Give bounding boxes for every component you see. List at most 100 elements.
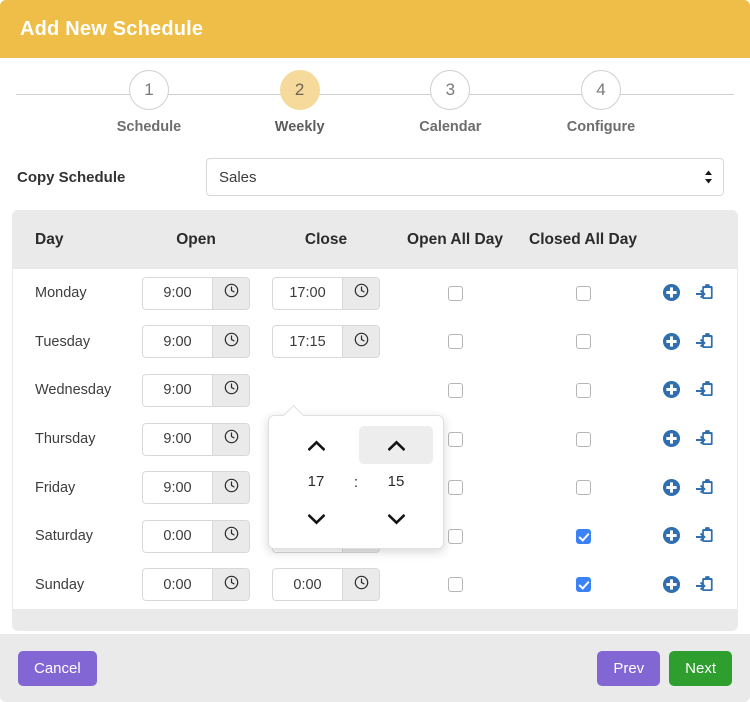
copy-schedule-select[interactable]: Sales bbox=[206, 158, 724, 196]
clock-icon bbox=[354, 283, 369, 303]
modal-header: Add New Schedule bbox=[0, 0, 750, 58]
close-time-input-group[interactable]: 17:00 bbox=[272, 276, 380, 310]
open-time-picker-button[interactable] bbox=[212, 276, 250, 310]
cell-closed-all-day bbox=[519, 318, 647, 367]
cell-open-all-day bbox=[391, 561, 519, 610]
closed-all-day-checkbox[interactable] bbox=[575, 285, 591, 301]
open-time-picker-button[interactable] bbox=[212, 471, 250, 505]
close-time-picker-button[interactable] bbox=[342, 568, 380, 602]
open-time-picker-button[interactable] bbox=[212, 568, 250, 602]
paste-schedule-icon[interactable] bbox=[695, 526, 716, 546]
open-all-day-checkbox[interactable] bbox=[447, 480, 463, 496]
close-time-value[interactable]: 0:00 bbox=[272, 568, 342, 602]
row-actions bbox=[662, 478, 716, 498]
open-time-value[interactable]: 0:00 bbox=[142, 519, 212, 553]
table-row: Tuesday 9:00 17:15 bbox=[13, 318, 737, 367]
hour-decrement-button[interactable] bbox=[279, 500, 353, 538]
close-time-picker-button[interactable] bbox=[342, 325, 380, 359]
closed-all-day-checkbox[interactable] bbox=[575, 431, 591, 447]
clock-icon bbox=[224, 380, 239, 400]
add-row-icon[interactable] bbox=[662, 283, 682, 303]
open-time-picker-button[interactable] bbox=[212, 373, 250, 407]
cell-open-all-day bbox=[391, 269, 519, 318]
close-time-input-group[interactable]: 17:15 bbox=[272, 325, 380, 359]
add-row-icon[interactable] bbox=[662, 526, 682, 546]
open-time-value[interactable]: 0:00 bbox=[142, 568, 212, 602]
open-time-value[interactable]: 9:00 bbox=[142, 422, 212, 456]
open-all-day-checkbox[interactable] bbox=[447, 431, 463, 447]
open-time-input-group[interactable]: 9:00 bbox=[142, 373, 250, 407]
close-time-value[interactable]: 17:15 bbox=[272, 325, 342, 359]
open-time-input-group[interactable]: 0:00 bbox=[142, 568, 250, 602]
clock-icon bbox=[224, 478, 239, 498]
open-time-input-group[interactable]: 9:00 bbox=[142, 471, 250, 505]
cell-actions bbox=[647, 561, 731, 610]
open-all-day-checkbox[interactable] bbox=[447, 577, 463, 593]
stepper-step-weekly[interactable]: 2 Weekly bbox=[245, 70, 355, 135]
open-time-value[interactable]: 9:00 bbox=[142, 325, 212, 359]
chevron-up-icon bbox=[387, 439, 405, 451]
table-row: Sunday 0:00 0:00 bbox=[13, 561, 737, 610]
copy-schedule-row: Copy Schedule Sales bbox=[12, 158, 738, 196]
copy-schedule-value: Sales bbox=[219, 168, 257, 186]
closed-all-day-checkbox[interactable] bbox=[575, 480, 591, 496]
open-all-day-checkbox[interactable] bbox=[447, 382, 463, 398]
closed-all-day-checkbox[interactable] bbox=[575, 577, 591, 593]
open-time-picker-button[interactable] bbox=[212, 519, 250, 553]
cell-day: Friday bbox=[35, 479, 76, 496]
stepper-step-calendar[interactable]: 3 Calendar bbox=[395, 70, 505, 135]
open-all-day-checkbox[interactable] bbox=[447, 528, 463, 544]
add-row-icon[interactable] bbox=[662, 429, 682, 449]
hour-increment-button[interactable] bbox=[279, 426, 353, 464]
paste-schedule-icon[interactable] bbox=[695, 283, 716, 303]
cell-closed-all-day bbox=[519, 366, 647, 415]
open-time-value[interactable]: 9:00 bbox=[142, 276, 212, 310]
column-header-open-all-day: Open All Day bbox=[407, 231, 503, 248]
open-time-input-group[interactable]: 0:00 bbox=[142, 519, 250, 553]
column-header-close: Close bbox=[304, 231, 348, 248]
open-time-input-group[interactable]: 9:00 bbox=[142, 325, 250, 359]
row-actions bbox=[662, 332, 716, 352]
paste-schedule-icon[interactable] bbox=[695, 575, 716, 595]
open-time-picker-button[interactable] bbox=[212, 325, 250, 359]
open-all-day-checkbox[interactable] bbox=[447, 285, 463, 301]
stepper-step-number: 3 bbox=[430, 70, 471, 110]
closed-all-day-checkbox[interactable] bbox=[575, 334, 591, 350]
stepper-step-configure[interactable]: 4 Configure bbox=[546, 70, 656, 135]
add-row-icon[interactable] bbox=[662, 380, 682, 400]
clock-icon bbox=[224, 526, 239, 546]
closed-all-day-checkbox[interactable] bbox=[575, 382, 591, 398]
paste-schedule-icon[interactable] bbox=[695, 380, 716, 400]
open-time-value[interactable]: 9:00 bbox=[142, 471, 212, 505]
paste-schedule-icon[interactable] bbox=[695, 429, 716, 449]
open-time-input-group[interactable]: 9:00 bbox=[142, 276, 250, 310]
column-header-actions bbox=[647, 234, 731, 246]
close-time-picker-button[interactable] bbox=[342, 276, 380, 310]
cell-actions bbox=[647, 415, 731, 464]
cell-closed-all-day bbox=[519, 415, 647, 464]
chevron-updown-icon bbox=[704, 170, 713, 184]
minute-increment-button[interactable] bbox=[359, 426, 433, 464]
chevron-down-icon bbox=[387, 513, 405, 525]
closed-all-day-checkbox[interactable] bbox=[575, 528, 591, 544]
open-time-value[interactable]: 9:00 bbox=[142, 373, 212, 407]
close-time-input-group[interactable]: 0:00 bbox=[272, 568, 380, 602]
add-row-icon[interactable] bbox=[662, 575, 682, 595]
next-button[interactable]: Next bbox=[669, 650, 732, 686]
add-new-schedule-modal: Add New Schedule 1 Schedule 2 Weekly 3 Calend… bbox=[0, 0, 750, 702]
table-row: Wednesday 9:00 bbox=[13, 366, 737, 415]
open-all-day-checkbox[interactable] bbox=[447, 334, 463, 350]
open-time-input-group[interactable]: 9:00 bbox=[142, 422, 250, 456]
minute-decrement-button[interactable] bbox=[359, 500, 433, 538]
cell-close: 17:15 bbox=[261, 318, 391, 367]
stepper-step-label: Schedule bbox=[116, 119, 182, 135]
add-row-icon[interactable] bbox=[662, 332, 682, 352]
prev-button[interactable]: Prev bbox=[597, 650, 661, 686]
cancel-button[interactable]: Cancel bbox=[18, 650, 97, 686]
open-time-picker-button[interactable] bbox=[212, 422, 250, 456]
add-row-icon[interactable] bbox=[662, 478, 682, 498]
paste-schedule-icon[interactable] bbox=[695, 478, 716, 498]
paste-schedule-icon[interactable] bbox=[695, 332, 716, 352]
stepper-step-schedule[interactable]: 1 Schedule bbox=[94, 70, 204, 135]
close-time-value[interactable]: 17:00 bbox=[272, 276, 342, 310]
